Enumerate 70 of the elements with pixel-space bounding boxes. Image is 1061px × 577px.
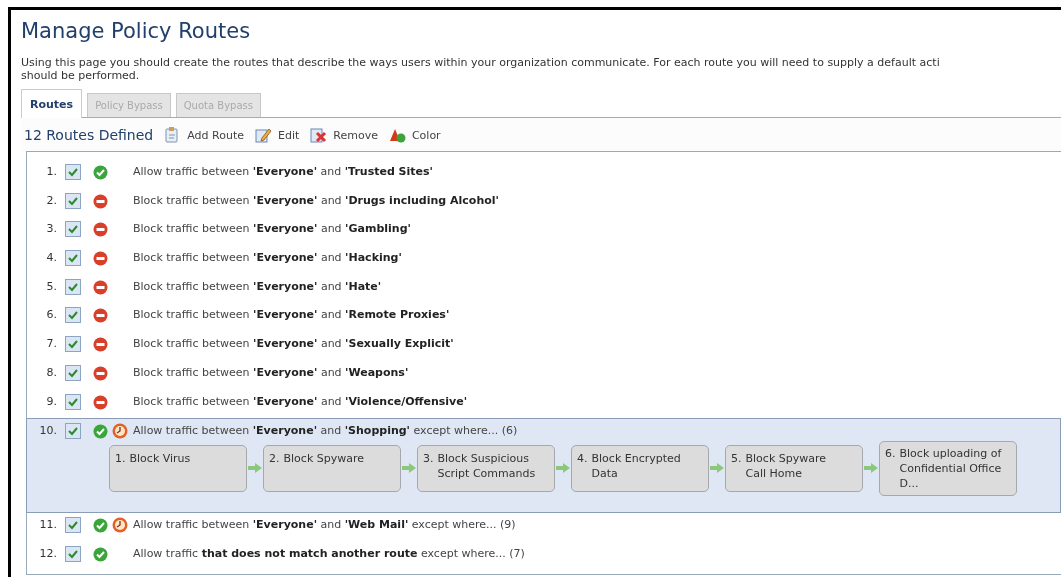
toolbar-button[interactable]: Add Route xyxy=(163,126,248,144)
checkbox[interactable] xyxy=(65,221,81,238)
row-number: 1. xyxy=(45,164,57,180)
description-text: Using this page you should create the routes that describe the ways users within your organization communicate. For each route you will need to supply a default acti xyxy=(21,56,941,69)
step-box[interactable]: 2. Block Spyware xyxy=(263,445,401,493)
checkbox[interactable] xyxy=(65,545,81,562)
route-text: Block traffic between 'Everyone' and 'Drugs including Alcohol' xyxy=(133,192,499,209)
row-number: 5. xyxy=(45,278,57,295)
document-pencil-icon xyxy=(253,126,272,144)
step-box[interactable]: 5. Block Spyware Call Home xyxy=(725,445,863,493)
route-row[interactable]: 6. Block traffic between 'Everyone' and 'Remote Proxies' xyxy=(27,303,1061,333)
route-row[interactable]: 3. Block traffic between 'Everyone' and 'Gambling' xyxy=(27,217,1061,247)
route-text: Block traffic between 'Everyone' and 'Hate' xyxy=(133,278,382,295)
toolbar-button[interactable]: Color xyxy=(387,126,445,144)
step-box[interactable]: 1. Block Virus xyxy=(109,445,247,493)
step-box[interactable]: 6. Block uploading of Confidential Office D... xyxy=(879,441,1017,497)
row-number: 4. xyxy=(45,250,57,267)
route-text: Block traffic between 'Everyone' and 'Hacking' xyxy=(133,250,402,267)
checkbox[interactable] xyxy=(65,336,81,353)
route-row[interactable]: 7. Block traffic between 'Everyone' and 'Sexually Explicit' xyxy=(27,332,1061,361)
routes-count: 12 Routes Defined xyxy=(24,127,154,143)
checkbox[interactable] xyxy=(65,192,81,209)
row-number: 8. xyxy=(45,364,57,381)
checkbox[interactable] xyxy=(65,364,81,381)
document-cross-icon xyxy=(309,126,328,144)
route-row[interactable]: 11. Allow traffic between 'Everyone' and 'Web Mail' except where... (9) xyxy=(27,513,1061,542)
row-number: 3. xyxy=(45,221,57,238)
row-number: 6. xyxy=(45,307,57,324)
route-text: Allow traffic between 'Everyone' and 'Shopping' except where... (6) xyxy=(133,423,518,440)
row-number: 7. xyxy=(45,336,57,353)
route-row[interactable]: 9. Block traffic between 'Everyone' and 'Violence/Offensive' xyxy=(27,389,1061,419)
step-box[interactable]: 3. Block Suspicious Script Commands xyxy=(417,445,555,493)
route-text: Block traffic between 'Everyone' and 'Remote Proxies' xyxy=(133,307,450,324)
route-row[interactable] xyxy=(26,418,1061,514)
row-number: 12. xyxy=(38,545,57,562)
description-text: should be performed. xyxy=(21,69,141,82)
arrow-icon xyxy=(710,463,724,474)
checkbox[interactable] xyxy=(65,517,81,534)
route-row[interactable]: 8. Block traffic between 'Everyone' and 'Weapons' xyxy=(27,360,1061,390)
step-box[interactable]: 4. Block Encrypted Data xyxy=(571,445,709,493)
route-text: Allow traffic that does not match another route except where... (7) xyxy=(133,545,525,562)
route-row[interactable]: 2. Block traffic between 'Everyone' and 'Drugs including Alcohol' xyxy=(27,188,1061,218)
route-text: Block traffic between 'Everyone' and 'Sexually Explicit' xyxy=(133,336,454,353)
arrow-icon xyxy=(402,463,416,474)
route-text: Allow traffic between 'Everyone' and 'Web Mail' except where... (9) xyxy=(133,517,516,534)
route-text: Block traffic between 'Everyone' and 'Gambling' xyxy=(133,221,411,238)
route-row[interactable]: 5. Block traffic between 'Everyone' and 'Hate' xyxy=(27,274,1061,304)
checkbox[interactable] xyxy=(65,278,81,295)
checkbox[interactable] xyxy=(65,307,81,324)
arrow-icon xyxy=(864,463,878,474)
row-number: 9. xyxy=(45,393,57,410)
arrow-icon xyxy=(248,463,262,474)
tab[interactable]: Routes xyxy=(21,89,83,118)
route-text: Block traffic between 'Everyone' and 'Weapons' xyxy=(133,364,409,381)
route-row[interactable]: 4. Block traffic between 'Everyone' and 'Hacking' xyxy=(27,246,1061,275)
arrow-icon xyxy=(556,463,570,474)
toolbar-button[interactable]: Edit xyxy=(253,126,304,144)
row-number: 10. xyxy=(38,423,57,440)
checkbox[interactable] xyxy=(65,250,81,267)
checkbox[interactable] xyxy=(65,393,81,410)
route-row[interactable]: 1. Allow traffic between 'Everyone' and 'Trusted Sites' xyxy=(27,160,1061,189)
route-text: Block traffic between 'Everyone' and 'Violence/Offensive' xyxy=(133,393,468,410)
row-number: 11. xyxy=(38,517,57,534)
page-title: Manage Policy Routes xyxy=(21,18,252,44)
route-text: Allow traffic between 'Everyone' and 'Trusted Sites' xyxy=(133,164,433,180)
toolbar-button[interactable]: Remove xyxy=(309,126,382,144)
checkbox[interactable] xyxy=(65,164,81,180)
row-number: 2. xyxy=(45,192,57,209)
checkbox[interactable] xyxy=(65,423,81,440)
route-row[interactable]: 12. Allow traffic that does not match another route except where... (7) xyxy=(27,541,1061,571)
